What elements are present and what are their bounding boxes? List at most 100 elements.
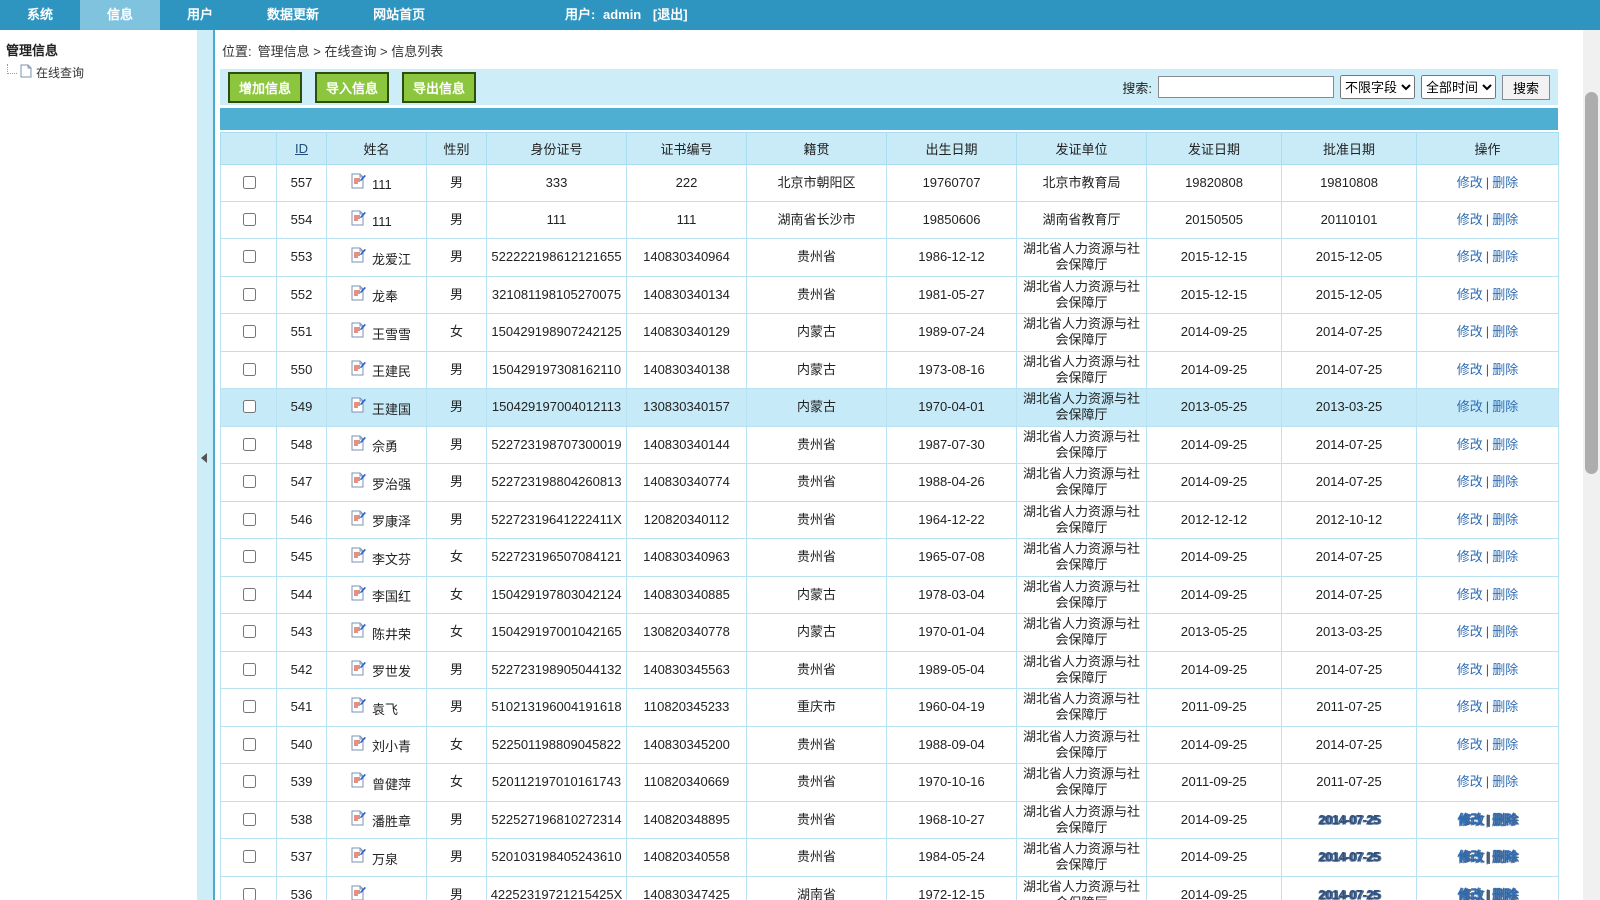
field-select[interactable]: 不限字段 bbox=[1340, 75, 1415, 99]
search-button[interactable]: 搜索 bbox=[1502, 75, 1550, 100]
delete-link[interactable]: 删除 bbox=[1492, 212, 1518, 227]
row-checkbox[interactable] bbox=[243, 288, 256, 301]
row-checkbox[interactable] bbox=[243, 513, 256, 526]
row-checkbox[interactable] bbox=[243, 176, 256, 189]
row-checkbox[interactable] bbox=[243, 363, 256, 376]
edit-link[interactable]: 修改 bbox=[1457, 737, 1483, 752]
logout-link[interactable]: [退出] bbox=[653, 7, 688, 22]
row-issue-date: 2014-09-25 bbox=[1147, 726, 1282, 764]
header-id-sort[interactable]: ID bbox=[295, 141, 308, 156]
edit-link[interactable]: 修改 bbox=[1457, 774, 1483, 789]
edit-link[interactable]: 修改 bbox=[1458, 812, 1483, 827]
edit-link[interactable]: 修改 bbox=[1457, 587, 1483, 602]
row-approve-date: 2015-12-05 bbox=[1282, 239, 1417, 277]
row-id: 551 bbox=[277, 314, 327, 352]
row-checkbox[interactable] bbox=[243, 700, 256, 713]
table-row: 546 罗康泽 男 52272319641222411X 12082034011… bbox=[221, 501, 1559, 539]
row-checkbox[interactable] bbox=[243, 888, 256, 900]
edit-link[interactable]: 修改 bbox=[1457, 699, 1483, 714]
vertical-scrollbar[interactable] bbox=[1583, 30, 1600, 900]
sidebar-item-online-query[interactable]: 在线查询 bbox=[0, 63, 197, 81]
edit-link[interactable]: 修改 bbox=[1457, 624, 1483, 639]
action-separator: | bbox=[1486, 774, 1489, 789]
edit-link[interactable]: 修改 bbox=[1457, 662, 1483, 677]
row-id-card: 522723198905044132 bbox=[487, 651, 627, 689]
export-info-button[interactable]: 导出信息 bbox=[402, 72, 476, 103]
delete-link[interactable]: 删除 bbox=[1492, 474, 1518, 489]
row-gender: 男 bbox=[427, 202, 487, 239]
delete-link[interactable]: 删除 bbox=[1492, 699, 1518, 714]
delete-link[interactable]: 删除 bbox=[1492, 175, 1518, 190]
delete-link[interactable]: 删除 bbox=[1492, 324, 1518, 339]
delete-link[interactable]: 删除 bbox=[1492, 812, 1517, 827]
row-birth: 19760707 bbox=[887, 165, 1017, 202]
edit-document-icon bbox=[351, 660, 366, 680]
delete-link[interactable]: 删除 bbox=[1492, 549, 1518, 564]
menu-item-info[interactable]: 信息 bbox=[80, 0, 160, 30]
row-checkbox[interactable] bbox=[243, 738, 256, 751]
row-native: 贵州省 bbox=[747, 726, 887, 764]
row-checkbox[interactable] bbox=[243, 400, 256, 413]
row-gender: 男 bbox=[427, 426, 487, 464]
import-info-button[interactable]: 导入信息 bbox=[315, 72, 389, 103]
edit-link[interactable]: 修改 bbox=[1457, 175, 1483, 190]
edit-link[interactable]: 修改 bbox=[1458, 849, 1483, 864]
row-checkbox[interactable] bbox=[243, 775, 256, 788]
edit-link[interactable]: 修改 bbox=[1458, 887, 1483, 900]
search-input[interactable] bbox=[1158, 76, 1334, 98]
scrollbar-thumb[interactable] bbox=[1585, 92, 1598, 474]
edit-link[interactable]: 修改 bbox=[1457, 399, 1483, 414]
row-checkbox[interactable] bbox=[243, 663, 256, 676]
row-approve-date: 2014-07-25 bbox=[1282, 839, 1417, 877]
delete-link[interactable]: 删除 bbox=[1492, 849, 1517, 864]
menu-item-system[interactable]: 系统 bbox=[0, 0, 80, 30]
row-name: 罗康泽 bbox=[372, 514, 411, 530]
row-checkbox[interactable] bbox=[243, 438, 256, 451]
delete-link[interactable]: 删除 bbox=[1492, 587, 1518, 602]
row-checkbox[interactable] bbox=[243, 588, 256, 601]
delete-link[interactable]: 删除 bbox=[1492, 287, 1518, 302]
sidebar-collapse-handle[interactable] bbox=[197, 30, 215, 900]
edit-link[interactable]: 修改 bbox=[1457, 512, 1483, 527]
delete-link[interactable]: 删除 bbox=[1492, 399, 1518, 414]
delete-link[interactable]: 删除 bbox=[1492, 362, 1518, 377]
row-checkbox[interactable] bbox=[243, 550, 256, 563]
edit-document-icon bbox=[351, 735, 366, 755]
delete-link[interactable]: 删除 bbox=[1492, 774, 1518, 789]
menu-item-data-update[interactable]: 数据更新 bbox=[240, 0, 346, 30]
row-checkbox[interactable] bbox=[243, 813, 256, 826]
edit-link[interactable]: 修改 bbox=[1457, 212, 1483, 227]
delete-link[interactable]: 删除 bbox=[1492, 437, 1518, 452]
row-gender: 男 bbox=[427, 389, 487, 427]
delete-link[interactable]: 删除 bbox=[1492, 662, 1518, 677]
breadcrumb: 位置:管理信息 > 在线查询 > 信息列表 bbox=[215, 30, 1600, 69]
row-approve-date: 2014-07-25 bbox=[1282, 464, 1417, 502]
row-checkbox[interactable] bbox=[243, 325, 256, 338]
add-info-button[interactable]: 增加信息 bbox=[228, 72, 302, 103]
row-checkbox[interactable] bbox=[243, 475, 256, 488]
edit-link[interactable]: 修改 bbox=[1457, 324, 1483, 339]
edit-link[interactable]: 修改 bbox=[1457, 437, 1483, 452]
edit-link[interactable]: 修改 bbox=[1457, 474, 1483, 489]
row-native: 贵州省 bbox=[747, 839, 887, 877]
row-checkbox[interactable] bbox=[243, 250, 256, 263]
delete-link[interactable]: 删除 bbox=[1492, 512, 1518, 527]
delete-link[interactable]: 删除 bbox=[1492, 737, 1518, 752]
edit-link[interactable]: 修改 bbox=[1457, 549, 1483, 564]
time-select[interactable]: 全部时间 bbox=[1421, 75, 1496, 99]
delete-link[interactable]: 删除 bbox=[1492, 624, 1518, 639]
row-checkbox[interactable] bbox=[243, 625, 256, 638]
row-id: 537 bbox=[277, 839, 327, 877]
edit-link[interactable]: 修改 bbox=[1457, 287, 1483, 302]
menu-item-site-home[interactable]: 网站首页 bbox=[346, 0, 452, 30]
row-checkbox[interactable] bbox=[243, 213, 256, 226]
edit-link[interactable]: 修改 bbox=[1457, 249, 1483, 264]
row-checkbox[interactable] bbox=[243, 850, 256, 863]
row-birth: 1970-01-04 bbox=[887, 614, 1017, 652]
menu-item-user[interactable]: 用户 bbox=[160, 0, 240, 30]
row-issuer: 湖南省教育厅 bbox=[1017, 202, 1147, 239]
edit-link[interactable]: 修改 bbox=[1457, 362, 1483, 377]
delete-link[interactable]: 删除 bbox=[1492, 887, 1517, 900]
row-native: 贵州省 bbox=[747, 539, 887, 577]
delete-link[interactable]: 删除 bbox=[1492, 249, 1518, 264]
